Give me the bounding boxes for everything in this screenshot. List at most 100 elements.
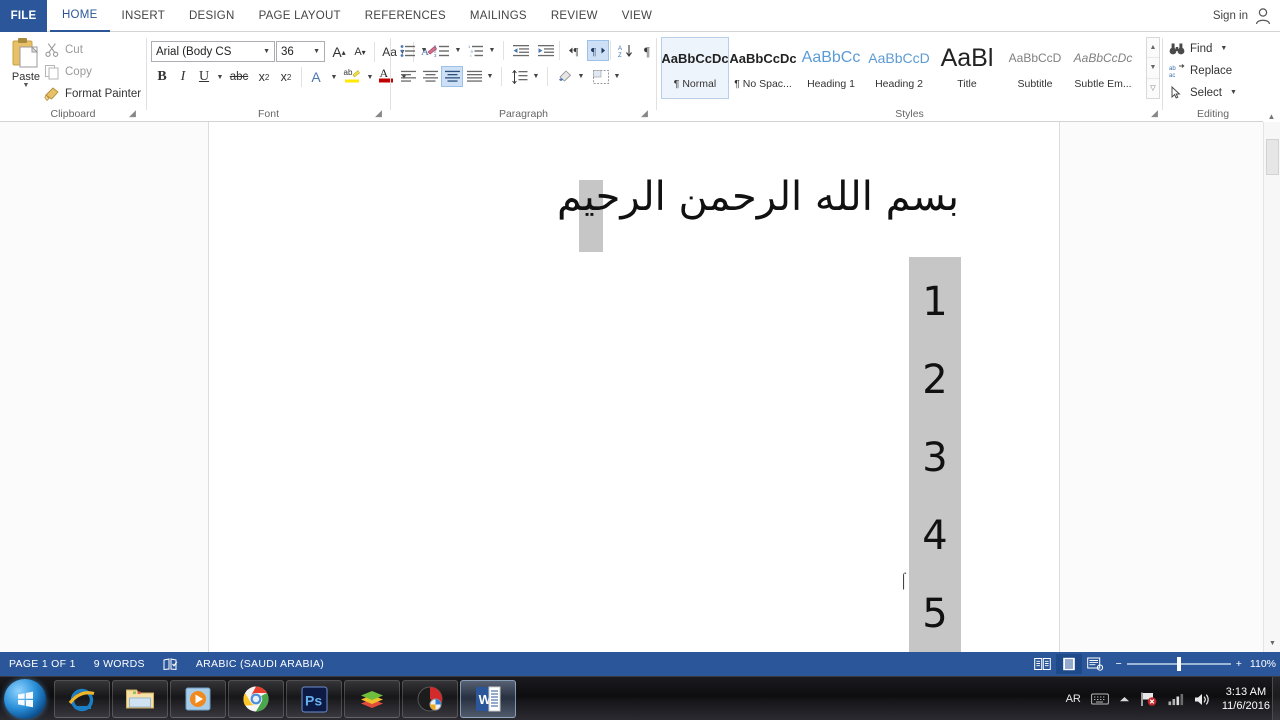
line-spacing-dropdown[interactable]: ▼ [531, 66, 541, 87]
style-heading-2[interactable]: AaBbCcD Heading 2 [865, 37, 933, 99]
style-no-spacing[interactable]: AaBbCcDc ¶ No Spac... [729, 37, 797, 99]
grow-font-button[interactable]: A ▴ [329, 41, 349, 63]
style-subtitle[interactable]: AaBbCcD Subtitle [1001, 37, 1069, 99]
paragraph-dialog-launcher[interactable]: ◢ [639, 108, 650, 119]
highlight-dropdown[interactable]: ▼ [363, 66, 375, 88]
style-title[interactable]: AaBl Title [933, 37, 1001, 99]
zoom-level[interactable]: 110% [1250, 658, 1280, 670]
zoom-control[interactable]: − + [1108, 657, 1250, 671]
subscript-button[interactable]: x2 [253, 66, 275, 88]
document-arabic-text[interactable]: بسم الله الرحمن الرحيم [557, 177, 959, 217]
styles-dialog-launcher[interactable]: ◢ [1149, 108, 1160, 119]
proofing-status[interactable] [154, 652, 187, 676]
multilevel-dropdown[interactable]: ▼ [487, 40, 497, 61]
borders-dropdown[interactable]: ▼ [612, 66, 622, 87]
shrink-font-button[interactable]: A ▾ [350, 41, 370, 63]
print-layout-button[interactable] [1055, 654, 1082, 674]
taskbar-google-chrome[interactable] [228, 680, 284, 718]
strikethrough-button[interactable]: abc [227, 66, 251, 88]
replace-button[interactable]: ab ac Replace [1169, 60, 1232, 81]
align-left-button[interactable] [397, 66, 419, 87]
zoom-slider[interactable] [1126, 657, 1231, 671]
tab-page-layout[interactable]: PAGE LAYOUT [247, 0, 353, 32]
chevron-down-icon[interactable]: ▼ [313, 48, 320, 55]
bullets-dropdown[interactable]: ▼ [419, 40, 429, 61]
align-center-button-alt[interactable] [419, 66, 441, 87]
read-mode-button[interactable] [1030, 654, 1056, 674]
zoom-out-button[interactable]: − [1116, 658, 1122, 670]
bullets-button[interactable] [397, 40, 419, 61]
scroll-up-arrow-top[interactable]: ▲ [1263, 110, 1280, 122]
shading-dropdown[interactable]: ▼ [576, 66, 586, 87]
tab-mailings[interactable]: MAILINGS [458, 0, 539, 32]
zoom-in-button[interactable]: + [1236, 658, 1242, 670]
taskbar-microsoft-word[interactable]: W [460, 680, 516, 718]
style-heading-1[interactable]: AaBbCc Heading 1 [797, 37, 865, 99]
tab-view[interactable]: VIEW [610, 0, 664, 32]
show-hidden-icons-button[interactable] [1114, 695, 1135, 704]
chevron-down-icon[interactable]: ▼ [1230, 89, 1237, 96]
text-effects-button[interactable]: A [305, 66, 327, 88]
action-center-button[interactable] [1135, 691, 1163, 707]
italic-button[interactable]: I [173, 66, 193, 88]
zoom-slider-thumb[interactable] [1176, 657, 1181, 671]
style-subtle-emphasis[interactable]: AaBbCcDc Subtle Em... [1069, 37, 1137, 99]
paste-dropdown-caret[interactable]: ▼ [23, 82, 30, 89]
vertical-scrollbar[interactable]: ▼ [1263, 122, 1280, 652]
language-bar[interactable]: AR [1061, 693, 1086, 705]
copy-button[interactable]: Copy [44, 62, 92, 82]
select-button[interactable]: Select ▼ [1169, 82, 1237, 103]
styles-more-button[interactable]: ▽ [1147, 79, 1159, 98]
underline-dropdown[interactable]: ▼ [213, 66, 225, 88]
network-status-button[interactable] [1163, 692, 1189, 706]
start-button[interactable] [4, 679, 46, 719]
increase-indent-button[interactable] [535, 40, 557, 61]
taskbar-internet-explorer[interactable] [54, 680, 110, 718]
font-name-input[interactable]: Arial (Body CS ▼ [151, 41, 275, 62]
align-dropdown[interactable]: ▼ [485, 66, 495, 87]
superscript-button[interactable]: x2 [275, 66, 297, 88]
font-dialog-launcher[interactable]: ◢ [373, 108, 384, 119]
chevron-down-icon[interactable]: ▼ [1220, 45, 1227, 52]
font-size-input[interactable]: 36 ▼ [276, 41, 325, 62]
styles-scroll[interactable]: ▲ ▼ ▽ [1146, 37, 1160, 99]
sort-button[interactable]: A Z [615, 40, 637, 61]
justify-button[interactable] [463, 66, 485, 87]
clock[interactable]: 3:13 AM 11/6/2016 [1216, 685, 1280, 713]
language-indicator[interactable]: ARABIC (SAUDI ARABIA) [187, 652, 333, 676]
align-center-button[interactable] [441, 66, 463, 87]
multilevel-list-button[interactable]: 1 a i [465, 40, 487, 61]
decrease-indent-button[interactable] [510, 40, 532, 61]
styles-scroll-up-button[interactable]: ▲ [1147, 38, 1159, 59]
show-desktop-button[interactable] [1272, 677, 1280, 720]
paste-button[interactable]: Paste ▼ [4, 36, 48, 98]
shading-button[interactable] [554, 66, 576, 87]
keyboard-indicator[interactable] [1086, 693, 1114, 705]
chevron-down-icon[interactable]: ▼ [263, 48, 270, 55]
sign-in-button[interactable]: Sign in [1213, 0, 1248, 32]
ltr-button[interactable]: ¶ [565, 40, 587, 61]
tab-references[interactable]: REFERENCES [353, 0, 458, 32]
cut-button[interactable]: Cut [44, 40, 83, 60]
taskbar-photoshop[interactable]: Ps [286, 680, 342, 718]
line-spacing-button[interactable] [509, 66, 531, 87]
find-button[interactable]: Find ▼ [1169, 38, 1227, 59]
scroll-down-arrow[interactable]: ▼ [1264, 635, 1280, 652]
tab-file[interactable]: FILE [0, 0, 47, 32]
text-effects-dropdown[interactable]: ▼ [327, 66, 339, 88]
rtl-button[interactable]: ¶ [587, 40, 609, 61]
page-indicator[interactable]: PAGE 1 OF 1 [0, 652, 85, 676]
clipboard-dialog-launcher[interactable]: ◢ [127, 108, 138, 119]
numbering-button[interactable]: 1 2 3 [431, 40, 453, 61]
numbered-list-selection[interactable]: 1 2 3 4 5 [909, 257, 961, 667]
document-page[interactable]: بسم الله الرحمن الرحيم 1 2 3 4 5 ⌠ [208, 122, 1060, 667]
taskbar-windows-media-player[interactable] [170, 680, 226, 718]
user-icon[interactable] [1254, 6, 1272, 26]
taskbar-recorder[interactable] [402, 680, 458, 718]
word-count[interactable]: 9 WORDS [85, 652, 154, 676]
scrollbar-thumb[interactable] [1266, 139, 1279, 175]
style-normal[interactable]: AaBbCcDc ¶ Normal [661, 37, 729, 99]
numbering-dropdown[interactable]: ▼ [453, 40, 463, 61]
web-layout-button[interactable] [1082, 654, 1108, 674]
tab-design[interactable]: DESIGN [177, 0, 247, 32]
